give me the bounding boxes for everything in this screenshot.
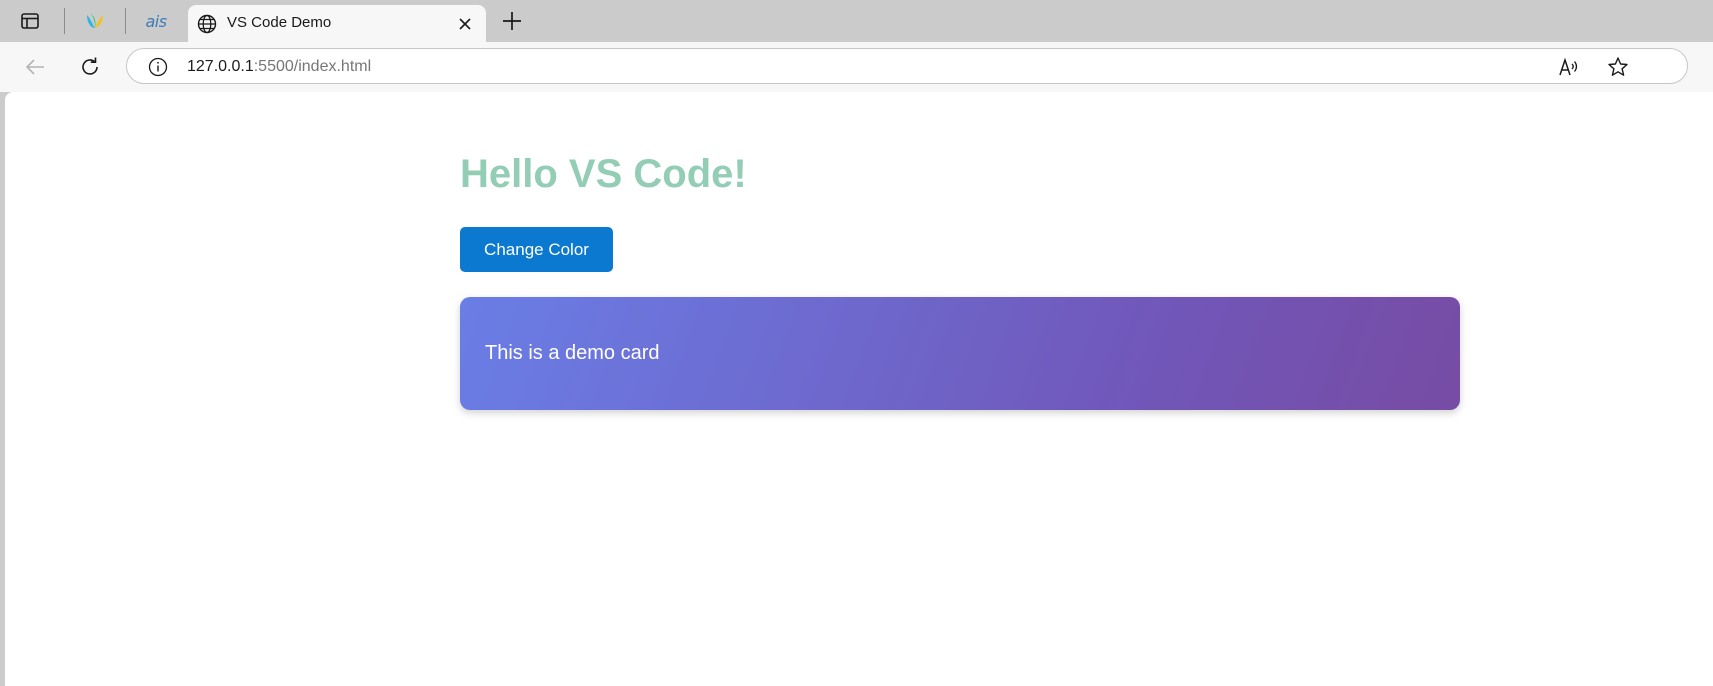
close-tab-icon[interactable]: [455, 14, 475, 34]
new-tab-button[interactable]: [498, 8, 526, 34]
info-icon[interactable]: [147, 56, 169, 78]
multicolor-leaf-icon: [87, 13, 103, 28]
arrow-left-icon: [25, 59, 44, 75]
tab-actions-button[interactable]: [16, 8, 44, 34]
url-path: :5500/index.html: [253, 58, 372, 75]
address-bar[interactable]: 127.0.0.1:5500/index.html: [126, 48, 1688, 84]
browser-toolbar: 127.0.0.1:5500/index.html: [0, 42, 1713, 92]
read-aloud-icon[interactable]: [1557, 55, 1581, 79]
page-heading: Hello VS Code!: [460, 152, 747, 196]
globe-icon: [197, 14, 217, 34]
tab-separator: [64, 8, 65, 34]
tab-actions-icon: [21, 13, 39, 29]
tab-separator: [125, 8, 126, 34]
tab-vs-code-demo[interactable]: VS Code Demo: [188, 5, 486, 42]
tab-strip: ais VS Code Demo: [0, 0, 1713, 42]
pinned-tab-ais[interactable]: ais: [136, 6, 176, 36]
change-color-button[interactable]: Change Color: [460, 227, 613, 272]
url-text[interactable]: 127.0.0.1:5500/index.html: [187, 58, 371, 76]
url-host: 127.0.0.1: [187, 58, 254, 75]
demo-card-text: This is a demo card: [485, 342, 660, 364]
plus-icon: [503, 12, 521, 30]
back-button[interactable]: [20, 52, 50, 82]
pinned-tab-leaf[interactable]: [75, 6, 115, 36]
tab-title: VS Code Demo: [227, 14, 332, 31]
refresh-button[interactable]: [75, 52, 105, 82]
browser-window: ais VS Code Demo 127.0.0.1:5500/index.ht…: [0, 0, 1713, 686]
demo-card: This is a demo card: [460, 297, 1460, 410]
refresh-icon: [82, 57, 98, 75]
ais-icon: ais: [145, 11, 167, 31]
favorite-star-icon[interactable]: [1606, 55, 1630, 79]
page-viewport: Hello VS Code! Change Color This is a de…: [5, 92, 1713, 686]
